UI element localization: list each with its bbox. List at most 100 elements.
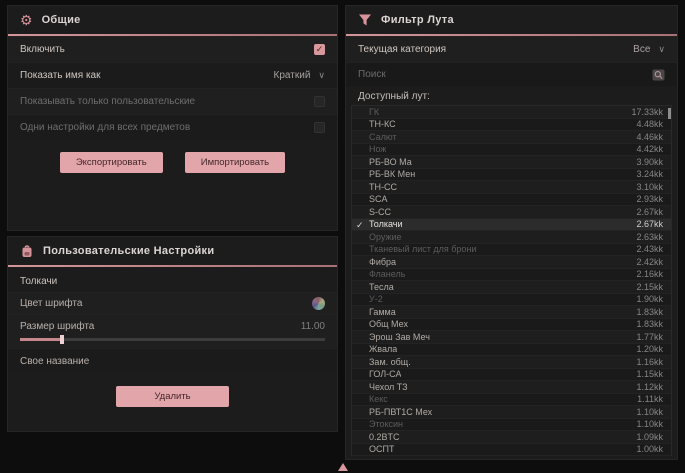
loot-item-row[interactable]: SCA2.93kk <box>352 194 671 207</box>
loot-item-row[interactable]: Фибра 2.42kk <box>352 256 671 269</box>
loot-item-row[interactable]: ОСПТ1.00kk <box>352 444 671 457</box>
loot-item-name: Жвала <box>369 344 397 354</box>
loot-item-value: 2.43kk <box>636 244 663 254</box>
custom-name-row[interactable]: Свое название <box>8 348 337 374</box>
loot-item-value: 1.15kk <box>636 369 663 379</box>
loot-item-row[interactable]: ТН-СС3.10kk <box>352 181 671 194</box>
loot-item-row[interactable]: РБ-ВК Мен3.24kk <box>352 169 671 182</box>
loot-item-row[interactable]: Салют4.46kk <box>352 131 671 144</box>
backpack-icon <box>20 244 34 258</box>
loot-item-row[interactable]: Общ Мех1.83kk <box>352 319 671 332</box>
loot-item-name: SCA <box>369 194 388 204</box>
category-value: Все <box>633 44 650 55</box>
import-button[interactable]: Импортировать <box>185 152 285 173</box>
loot-item-value: 1.77kk <box>636 332 663 342</box>
import-export-row: Экспортировать Импортировать <box>8 152 337 173</box>
font-size-slider-thumb[interactable] <box>60 335 64 344</box>
loot-item-row[interactable]: S-CC2.67kk <box>352 206 671 219</box>
same-settings-checkbox[interactable] <box>314 122 325 133</box>
loot-item-value: 1.83kk <box>636 319 663 329</box>
loot-item-value: 1.16kk <box>636 357 663 367</box>
resize-handle-icon[interactable] <box>338 463 348 471</box>
loot-item-row[interactable]: Этоксин1.10kk <box>352 419 671 432</box>
font-size-slider-fill <box>20 338 60 341</box>
loot-item-value: 3.90kk <box>636 157 663 167</box>
search-input[interactable] <box>358 69 652 80</box>
loot-item-name: РБ-ПВТ1С Мех <box>369 407 432 417</box>
loot-item-row[interactable]: У-21.90kk <box>352 294 671 307</box>
font-size-row[interactable]: Размер шрифта 11.00 <box>8 314 337 348</box>
font-size-label: Размер шрифта <box>20 321 94 332</box>
loot-item-name: Чехол ТЗ <box>369 382 408 392</box>
available-loot-label: Доступный лут: <box>346 86 677 105</box>
name-format-dropdown[interactable]: Краткий ∨ <box>274 70 325 81</box>
loot-item-row[interactable]: Фланель2.16kk <box>352 269 671 282</box>
loot-item-value: 2.16kk <box>636 269 663 279</box>
loot-item-row[interactable]: ✓Толкачи2.67kk <box>352 219 671 232</box>
loot-item-name: Толкачи <box>369 219 403 229</box>
category-row[interactable]: Текущая категория Все ∨ <box>346 36 677 62</box>
delete-button[interactable]: Удалить <box>116 386 228 407</box>
loot-item-row[interactable]: ТН-КС4.48kk <box>352 119 671 132</box>
enable-setting-row[interactable]: Включить ✓ <box>8 36 337 62</box>
loot-item-row[interactable]: Эрош Зав Меч 1.77kk <box>352 331 671 344</box>
filter-panel-header: Фильтр Лута <box>346 6 677 34</box>
loot-item-row[interactable]: Жвала1.20kk <box>352 344 671 357</box>
loot-item-row[interactable]: Тканевый лист для брони 2.43kk <box>352 244 671 257</box>
loot-item-value: 2.42kk <box>636 257 663 267</box>
font-color-row[interactable]: Цвет шрифта <box>8 292 337 314</box>
general-settings-panel: ⚙ Общие Включить ✓ Показать имя как Крат… <box>7 5 338 231</box>
loot-item-row[interactable]: Гамма1.83kk <box>352 306 671 319</box>
loot-item-row[interactable]: ГОЛ-СА 1.15kk <box>352 369 671 382</box>
selected-item-name: Толкачи <box>8 267 337 292</box>
general-panel-header: ⚙ Общие <box>8 6 337 34</box>
loot-item-name: Тканевый лист для брони <box>369 244 476 254</box>
loot-item-name: Кекс <box>369 394 388 404</box>
loot-item-name: ТН-СС <box>369 182 397 192</box>
loot-item-row[interactable]: РБ-ПВТ1С Мех1.10kk <box>352 406 671 419</box>
show-only-custom-row[interactable]: Показывать только пользовательские <box>8 88 337 114</box>
loot-filter-panel: Фильтр Лута Текущая категория Все ∨ Дост… <box>345 5 678 460</box>
loot-item-row[interactable]: Чехол ТЗ1.12kk <box>352 381 671 394</box>
loot-item-row[interactable]: ГК 17.33kk <box>352 106 671 119</box>
custom-name-input[interactable] <box>103 356 325 367</box>
same-settings-row[interactable]: Одни настройки для всех предметов <box>8 114 337 140</box>
loot-item-name: Фибра <box>369 257 396 267</box>
loot-item-row[interactable]: Тесла2.15kk <box>352 281 671 294</box>
enable-label: Включить <box>20 44 65 55</box>
loot-item-row[interactable]: РБ-ВО Ма3.90kk <box>352 156 671 169</box>
color-wheel-icon[interactable] <box>312 297 325 310</box>
loot-item-name: ТН-КС <box>369 119 396 129</box>
loot-item-row[interactable]: Оружие2.63kk <box>352 231 671 244</box>
loot-item-value: 1.09kk <box>636 432 663 442</box>
show-name-as-label: Показать имя как <box>20 70 100 81</box>
loot-item-value: 1.11kk <box>637 394 663 404</box>
loot-item-name: Эрош Зав Меч <box>369 332 430 342</box>
loot-item-row[interactable]: Зам. общ.1.16kk <box>352 356 671 369</box>
font-size-value: 11.00 <box>301 321 325 332</box>
show-name-as-row[interactable]: Показать имя как Краткий ∨ <box>8 62 337 88</box>
loot-item-row[interactable]: Кекс 1.11kk <box>352 394 671 407</box>
enable-checkbox[interactable]: ✓ <box>314 44 325 55</box>
loot-item-name: ГОЛ-СА <box>369 369 401 379</box>
loot-item-row[interactable]: 0.2BTC1.09kk <box>352 431 671 444</box>
name-format-value: Краткий <box>274 70 311 81</box>
loot-item-name: Гамма <box>369 307 396 317</box>
search-icon[interactable] <box>652 69 665 81</box>
loot-item-name: РБ-ВК Мен <box>369 169 415 179</box>
loot-item-name: Оружие <box>369 232 402 242</box>
same-settings-label: Одни настройки для всех предметов <box>20 122 190 133</box>
font-color-label: Цвет шрифта <box>20 298 82 309</box>
font-size-slider[interactable] <box>20 338 325 341</box>
category-dropdown[interactable]: Все ∨ <box>633 44 665 55</box>
loot-item-name: ГК <box>369 107 379 117</box>
search-row[interactable] <box>346 62 677 86</box>
loot-item-value: 4.42kk <box>636 144 663 154</box>
loot-item-row[interactable]: Нож4.42kk <box>352 144 671 157</box>
show-only-custom-checkbox[interactable] <box>314 96 325 107</box>
loot-item-name: ОСПТ <box>369 444 394 454</box>
category-label: Текущая категория <box>358 44 446 55</box>
scrollbar-thumb[interactable] <box>668 108 671 119</box>
loot-item-value: 17.33kk <box>631 107 663 117</box>
export-button[interactable]: Экспортировать <box>60 152 163 173</box>
